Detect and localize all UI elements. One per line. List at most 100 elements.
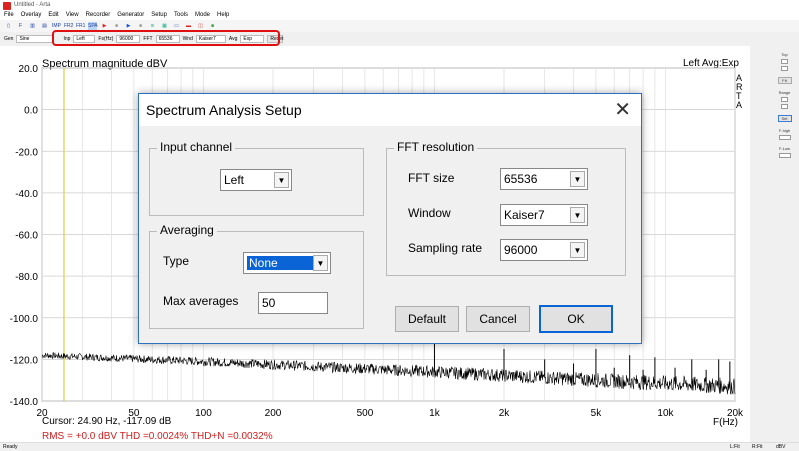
stop2-icon[interactable]: ■ <box>136 22 145 30</box>
channel-value: Left <box>224 173 245 187</box>
flow-spinner[interactable] <box>778 153 791 158</box>
menu-overlay[interactable]: Overlay <box>21 11 42 20</box>
menu-recorder[interactable]: Recorder <box>86 11 111 20</box>
top-down-button[interactable] <box>781 66 788 71</box>
settings-icon[interactable]: ■ <box>208 22 217 30</box>
fft-resolution-label: FFT resolution <box>394 140 478 154</box>
gen-label: Gen <box>4 35 14 42</box>
chevron-down-icon: ▼ <box>570 171 585 187</box>
x-tick-label: 200 <box>265 408 282 419</box>
list-icon[interactable]: ▤ <box>40 22 49 30</box>
range-label: Range <box>778 90 791 95</box>
x-tick-label: 500 <box>357 408 374 419</box>
set-button[interactable]: Set <box>777 115 792 122</box>
sampling-rate-select[interactable]: 96000 ▼ <box>500 239 588 261</box>
y-tick-label: -80.0 <box>15 272 38 283</box>
fr2-button[interactable]: FR2 <box>64 22 73 30</box>
max-averages-input[interactable]: 50 <box>258 292 328 314</box>
menu-view[interactable]: View <box>66 11 79 20</box>
fit-button[interactable]: Fit <box>777 77 792 84</box>
cursor-readout: Cursor: 24.90 Hz, -117.09 dB <box>42 416 172 427</box>
cancel-button[interactable]: Cancel <box>466 306 530 332</box>
menu-setup[interactable]: Setup <box>151 11 167 20</box>
fft-size-label: FFT size <box>408 171 455 185</box>
spa-button[interactable]: SPA <box>88 22 98 30</box>
fhigh-label: F-high <box>778 128 791 133</box>
y-tick-label: -40.0 <box>15 189 38 200</box>
dialog-title: Spectrum Analysis Setup <box>139 94 641 126</box>
range-down-button[interactable] <box>781 104 788 109</box>
type-value: None <box>247 256 316 270</box>
x-tick-label: 100 <box>195 408 212 419</box>
fr1-button[interactable]: FR1 <box>76 22 85 30</box>
y-tick-label: 20.0 <box>19 64 39 75</box>
top-label: Top <box>781 52 788 57</box>
view-icon[interactable]: ▥ <box>28 22 37 30</box>
top-up-button[interactable] <box>781 59 788 64</box>
sampling-rate-value: 96000 <box>504 243 538 257</box>
menu-edit[interactable]: Edit <box>48 11 58 20</box>
y-tick-label: -120.0 <box>10 355 39 366</box>
right-panel: Top Fit Range Set F-high F-Low <box>770 46 799 442</box>
title-bar: Untitled - Arta <box>0 0 799 11</box>
highlight-box <box>52 30 280 46</box>
noise-floor-trace <box>41 352 736 395</box>
fhigh-spinner[interactable] <box>778 135 791 140</box>
fft-size-value: 65536 <box>504 172 538 186</box>
app-icon <box>3 2 11 10</box>
window-label: Window <box>408 206 451 220</box>
flag-icon[interactable]: ▬ <box>184 22 193 30</box>
default-button[interactable]: Default <box>395 306 459 332</box>
chart-icon[interactable]: ▦ <box>160 22 169 30</box>
window-value: Kaiser7 <box>504 208 545 222</box>
fft-resolution-group: FFT resolution FFT size 65536 ▼ Window Ka… <box>386 140 626 276</box>
imp-button[interactable]: IMP <box>52 22 61 30</box>
close-icon[interactable]: ✕ <box>614 97 631 122</box>
menu-file[interactable]: File <box>4 11 14 20</box>
menu-tools[interactable]: Tools <box>174 11 188 20</box>
window-select[interactable]: Kaiser7 ▼ <box>500 204 588 226</box>
menu-generator[interactable]: Generator <box>117 11 144 20</box>
window-title: Untitled - Arta <box>14 2 51 8</box>
menu-bar: File Overlay Edit View Recorder Generator Setu… <box>0 11 799 20</box>
chevron-down-icon: ▼ <box>313 255 328 271</box>
ok-button[interactable]: OK <box>539 305 613 333</box>
gen-icon[interactable]: ≋ <box>148 22 157 30</box>
y-tick-label: -100.0 <box>10 314 39 325</box>
new-icon[interactable]: ▯ <box>4 22 13 30</box>
channel-select[interactable]: Left ▼ <box>220 169 292 191</box>
play-icon[interactable]: ▶ <box>124 22 133 30</box>
input-channel-group: Input channel Left ▼ <box>149 140 364 216</box>
range-up-button[interactable] <box>781 97 788 102</box>
y-tick-label: 0.0 <box>24 106 38 117</box>
menu-help[interactable]: Help <box>217 11 229 20</box>
fft-size-select[interactable]: 65536 ▼ <box>500 168 588 190</box>
y-tick-label: -140.0 <box>10 397 39 408</box>
open-icon[interactable]: F <box>16 22 25 30</box>
type-select[interactable]: None ▼ <box>243 252 331 274</box>
meter-icon[interactable]: ▭ <box>172 22 181 30</box>
status-bar: Ready L:Fit R:Fit dBV <box>0 442 799 450</box>
averaging-label: Averaging <box>157 223 217 237</box>
averaging-group: Averaging Type None ▼ Max averages 50 <box>149 223 364 329</box>
flow-label: F-Low <box>778 146 791 151</box>
x-tick-label: 10k <box>657 408 674 419</box>
chevron-down-icon: ▼ <box>274 172 289 188</box>
spectrum-setup-dialog: Spectrum Analysis Setup ✕ Input channel … <box>138 93 642 344</box>
status-text: Ready <box>3 444 18 450</box>
type-label: Type <box>163 254 190 268</box>
stop-icon[interactable]: ■ <box>112 22 121 30</box>
input-channel-label: Input channel <box>157 140 236 154</box>
gen-select[interactable]: Sine <box>16 34 55 43</box>
y-tick-label: -60.0 <box>15 231 38 242</box>
x-axis-label: F(Hz) <box>713 417 738 428</box>
record-play-icon[interactable]: ▶ <box>100 22 109 30</box>
chevron-down-icon: ▼ <box>570 242 585 258</box>
menu-mode[interactable]: Mode <box>195 11 210 20</box>
y-tick-label: -20.0 <box>15 147 38 158</box>
chevron-down-icon: ▼ <box>570 207 585 223</box>
stats-readout: RMS = +0.0 dBV THD =0.0024% THD+N =0.003… <box>42 431 273 442</box>
scope-icon[interactable]: ◫ <box>196 22 205 30</box>
sampling-rate-label: Sampling rate <box>408 241 483 255</box>
x-tick-label: 5k <box>591 408 603 419</box>
